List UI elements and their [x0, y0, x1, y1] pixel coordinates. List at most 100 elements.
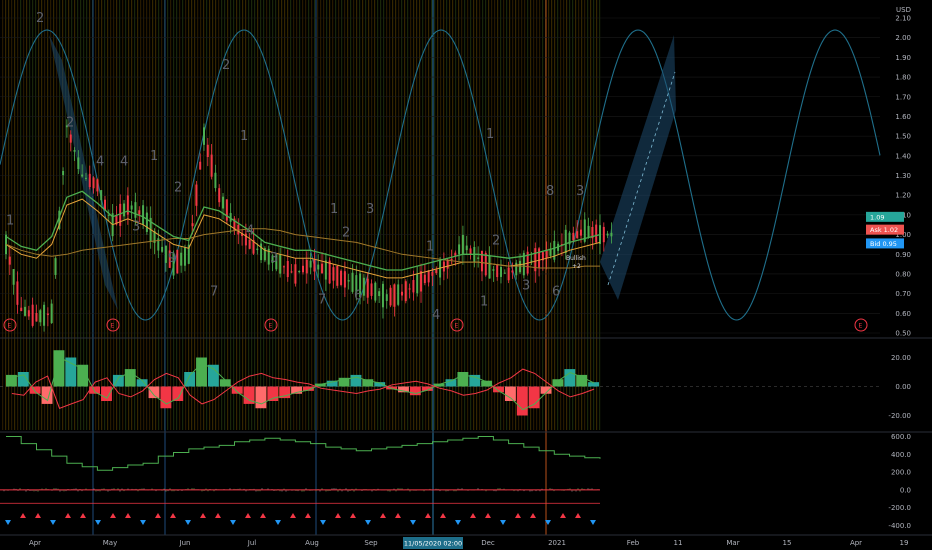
- signal-marker: [590, 520, 596, 525]
- wave-label: 6: [354, 289, 362, 304]
- channel-up: [600, 35, 676, 300]
- oscillator-bar: [564, 369, 576, 387]
- signal-marker: [485, 513, 491, 518]
- candle-body: [484, 252, 487, 276]
- signal-marker: [170, 513, 176, 518]
- candle-body: [305, 259, 308, 274]
- candle-body: [31, 304, 34, 326]
- time-axis-label: Feb: [627, 539, 640, 547]
- candle-body: [27, 310, 30, 317]
- candle-body: [602, 226, 605, 243]
- time-axis: AprMayJunJulAugSepOctDec2021Feb11Mar15Ap…: [0, 534, 932, 549]
- candle-body: [161, 246, 164, 252]
- candle-body: [446, 259, 449, 269]
- candle-body: [180, 252, 183, 266]
- candle-body: [370, 283, 373, 296]
- signal-marker: [80, 513, 86, 518]
- candle-body: [279, 254, 282, 274]
- candle-body: [420, 271, 423, 292]
- wave-label: 8: [546, 184, 554, 199]
- candle-body: [332, 267, 335, 281]
- candle-body: [579, 229, 582, 236]
- candle-body: [138, 210, 141, 215]
- signal-marker: [125, 513, 131, 518]
- signal-marker: [455, 520, 461, 525]
- time-axis-label: 15: [783, 539, 792, 547]
- signal-marker: [305, 513, 311, 518]
- annotation-plus: +2: [572, 263, 581, 270]
- signal-marker: [155, 513, 161, 518]
- candle-body: [366, 278, 369, 298]
- candle-body: [503, 272, 506, 274]
- price-axis-label: 1.50: [895, 133, 911, 141]
- currency-label: USD: [896, 6, 911, 14]
- candle-body: [401, 291, 403, 296]
- candle-body: [595, 224, 598, 243]
- price-axis-label: 0.80: [895, 270, 911, 278]
- candle-body: [176, 249, 179, 274]
- earnings-marker-label: E: [455, 323, 459, 330]
- candle-body: [500, 267, 502, 277]
- signal-marker: [110, 513, 116, 518]
- price-axis-label: 0.60: [895, 310, 911, 318]
- candle-body: [191, 223, 194, 227]
- signal-marker: [185, 520, 191, 525]
- oscillator-axis-label: -20.00: [888, 412, 911, 420]
- oscillator-bar: [53, 350, 65, 387]
- candle-body: [404, 281, 407, 302]
- wave-label: 3: [576, 184, 584, 199]
- candle-body: [302, 265, 304, 273]
- signal-marker: [530, 513, 536, 518]
- candle-body: [12, 269, 15, 285]
- signal-marker: [410, 520, 416, 525]
- oscillator-axis-label: 20.00: [891, 354, 911, 362]
- signal-marker: [425, 513, 431, 518]
- wave-label: 2: [342, 226, 350, 241]
- candle-body: [298, 271, 301, 273]
- signal-marker: [50, 520, 56, 525]
- earnings-marker-label: E: [8, 323, 12, 330]
- volume-axis-label: 200.0: [891, 469, 911, 477]
- candle-body: [20, 307, 23, 312]
- candle-body: [397, 284, 400, 305]
- signal-marker: [515, 513, 521, 518]
- signal-marker: [365, 520, 371, 525]
- time-axis-label: May: [103, 539, 117, 547]
- candle-body: [480, 250, 483, 272]
- chart-canvas[interactable]: 2214 4 1239271431237 61412138 36Bullish+2E E E…: [0, 0, 932, 550]
- price-tags: 1.09 Ask 1.02 Bid 0.95: [866, 211, 904, 249]
- wave-label: 2: [492, 233, 500, 248]
- oscillator-bar: [160, 386, 172, 409]
- time-axis-label: Jun: [179, 539, 191, 547]
- oscillator-bar: [65, 357, 77, 387]
- candle-body: [92, 177, 95, 189]
- oscillator-panel: 20.00 0.00 -20.00: [0, 337, 932, 420]
- candle-body: [431, 272, 434, 276]
- oscillator-bar: [516, 386, 528, 416]
- time-axis-label: 19: [900, 539, 909, 547]
- volume-panel: 600.0 400.0 200.0 0.0 -200.0 -400.0: [0, 431, 932, 530]
- candle-body: [347, 280, 350, 282]
- date-highlight-label: 11/05/2020 02:00: [404, 540, 462, 548]
- oscillator-bar: [101, 386, 112, 401]
- signal-marker: [200, 513, 206, 518]
- signal-marker: [320, 520, 326, 525]
- candle-body: [606, 233, 609, 236]
- wave-label: 1: [330, 202, 338, 217]
- candle-body: [282, 266, 285, 268]
- signal-marker: [560, 513, 566, 518]
- price-axis-label: 0.70: [895, 290, 911, 298]
- candle-body: [88, 173, 91, 188]
- wave-label: 4: [246, 224, 254, 239]
- price-axis-label: 1.90: [895, 54, 911, 62]
- candle-body: [294, 264, 297, 284]
- time-axis-label: Sep: [364, 539, 378, 547]
- signal-marker: [335, 513, 341, 518]
- candle-body: [54, 258, 57, 275]
- candle-body: [469, 248, 472, 255]
- price-axis-label: 1.70: [895, 93, 911, 101]
- candle-body: [408, 288, 411, 290]
- candle-body: [309, 260, 312, 268]
- candle-body: [218, 188, 221, 203]
- wave-label: 3: [270, 251, 278, 266]
